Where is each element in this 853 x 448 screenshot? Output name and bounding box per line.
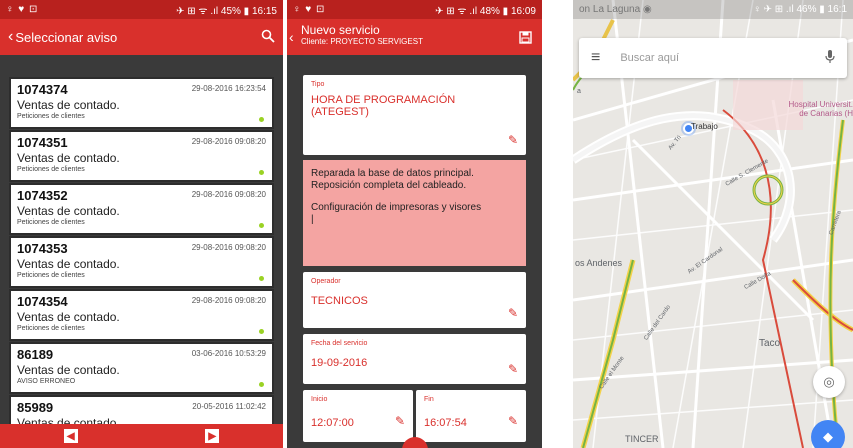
map-label-hospital: Hospital Universit. de Canarias (H: [788, 100, 853, 118]
aviso-date: 20-05-2016 11:02:42: [192, 402, 266, 411]
next-page-button[interactable]: ▶: [205, 429, 220, 443]
edit-icon[interactable]: ✎: [508, 414, 518, 428]
status-dot: [259, 170, 264, 175]
inicio-value: 12:07:00: [311, 417, 354, 429]
map-label-trabajo: Trabajo: [691, 122, 718, 131]
edit-icon[interactable]: ✎: [395, 414, 405, 428]
aviso-description: Ventas de contado.: [17, 204, 120, 218]
list-item[interactable]: 1074353 29-08-2016 09:08:20 Ventas de co…: [9, 236, 274, 288]
aviso-category: AVISO ERRONEO: [17, 378, 76, 385]
page-title: Seleccionar aviso: [15, 29, 118, 45]
map-label-taco: Taco: [759, 338, 781, 349]
aviso-description: Ventas de contado.: [17, 416, 120, 424]
map-label-andenes: os Andenes: [575, 258, 623, 268]
edit-icon[interactable]: ✎: [508, 306, 518, 320]
search-input[interactable]: Buscar aquí: [620, 52, 825, 64]
notes-textarea[interactable]: Reparada la base de datos principal. Rep…: [303, 160, 526, 266]
aviso-description: Ventas de contado.: [17, 363, 120, 377]
aviso-description: Ventas de contado.: [17, 151, 120, 165]
status-icons-right: ♀ ✈ ⊞ .ıl 46% ▮ 16:1: [753, 4, 847, 15]
fecha-field[interactable]: Fecha del servicio 19-09-2016 ✎: [303, 334, 526, 384]
aviso-category: Peticiones de clientes: [17, 325, 85, 332]
list-item[interactable]: 1074354 29-08-2016 09:08:20 Ventas de co…: [9, 289, 274, 341]
status-icons-left: ♀ ♥ ⊡: [6, 4, 39, 15]
directions-button[interactable]: ◆: [811, 420, 845, 448]
list-item[interactable]: 1074374 29-08-2016 16:23:54 Ventas de co…: [9, 77, 274, 129]
tipo-value: HORA DE PROGRAMACIÓN (ATEGEST): [311, 94, 456, 118]
fin-label: Fin: [424, 396, 434, 403]
map-search-bar[interactable]: ≡ Buscar aquí: [579, 38, 847, 78]
inicio-field[interactable]: Inicio 12:07:00 ✎: [303, 390, 413, 442]
back-icon[interactable]: ‹: [289, 29, 294, 45]
aviso-date: 29-08-2016 16:23:54: [191, 84, 266, 93]
status-icons-right: ✈ ⊞ ᯤ .ıl 48% ▮ 16:09: [435, 5, 536, 17]
aviso-date: 29-08-2016 09:08:20: [191, 190, 266, 199]
aviso-list: 1074374 29-08-2016 16:23:54 Ventas de co…: [9, 77, 274, 424]
status-bar: ♀ ♥ ⊡ ✈ ⊞ ᯤ .ıl 48% ▮ 16:09: [287, 0, 542, 19]
aviso-date: 29-08-2016 09:08:20: [191, 296, 266, 305]
aviso-description: Ventas de contado.: [17, 98, 120, 112]
fin-field[interactable]: Fin 16:07:54 ✎: [416, 390, 526, 442]
my-location-button[interactable]: ◎: [813, 366, 845, 398]
client-subtitle: Cliente: PROYECTO SERVIGEST: [301, 37, 423, 46]
menu-icon[interactable]: ≡: [591, 49, 600, 67]
fecha-value: 19-09-2016: [311, 357, 368, 369]
notes-line: Configuración de impresoras y visores: [311, 202, 482, 213]
page-title: Nuevo servicio: [301, 23, 380, 37]
save-icon[interactable]: [519, 31, 532, 47]
pagination-bar: ◀ ▶: [0, 424, 283, 448]
operador-label: Operador: [311, 278, 341, 285]
status-dot: [259, 329, 264, 334]
aviso-category: Peticiones de clientes: [17, 219, 85, 226]
list-item[interactable]: 85989 20-05-2016 11:02:42 Ventas de cont…: [9, 395, 274, 424]
inicio-label: Inicio: [311, 396, 328, 403]
previous-page-button[interactable]: ◀: [63, 429, 78, 443]
operador-value: TECNICOS: [311, 295, 368, 307]
aviso-date: 29-08-2016 09:08:20: [191, 243, 266, 252]
status-bar: ♀ ♥ ⊡ ✈ ⊞ ᯤ .ıl 45% ▮ 16:15: [0, 0, 283, 19]
list-item[interactable]: 1074351 29-08-2016 09:08:20 Ventas de co…: [9, 130, 274, 182]
phone-map: on La Laguna ◉ ♀ ✈ ⊞ .ıl 46% ▮ 16:1 ≡ Bu…: [573, 0, 853, 448]
map-label-tincer: TINCER: [625, 434, 659, 444]
status-icons-left: ♀ ♥ ⊡: [293, 4, 326, 15]
text-cursor: |: [311, 214, 314, 225]
aviso-date: 29-08-2016 09:08:20: [191, 137, 266, 146]
status-dot: [259, 223, 264, 228]
edit-icon[interactable]: ✎: [508, 362, 518, 376]
status-bar: on La Laguna ◉ ♀ ✈ ⊞ .ıl 46% ▮ 16:1: [573, 0, 853, 19]
status-dot: [259, 117, 264, 122]
tipo-field[interactable]: Tipo HORA DE PROGRAMACIÓN (ATEGEST) ✎: [303, 75, 526, 155]
app-bar: ‹ Nuevo servicio Cliente: PROYECTO SERVI…: [287, 19, 542, 55]
aviso-date: 03-06-2016 10:53:29: [191, 349, 266, 358]
aviso-category: Peticiones de clientes: [17, 166, 85, 173]
aviso-description: Ventas de contado.: [17, 310, 120, 324]
microphone-icon[interactable]: [825, 49, 835, 67]
operador-field[interactable]: Operador TECNICOS ✎: [303, 272, 526, 328]
fecha-label: Fecha del servicio: [311, 340, 368, 347]
phone-seleccionar-aviso: ♀ ♥ ⊡ ✈ ⊞ ᯤ .ıl 45% ▮ 16:15 ‹ Selecciona…: [0, 0, 283, 448]
aviso-category: Peticiones de clientes: [17, 113, 85, 120]
app-bar: ‹ Seleccionar aviso: [0, 19, 283, 55]
list-item[interactable]: 1074352 29-08-2016 09:08:20 Ventas de co…: [9, 183, 274, 235]
aviso-description: Ventas de contado.: [17, 257, 120, 271]
map-label-a: a: [577, 88, 581, 95]
aviso-category: Peticiones de clientes: [17, 272, 85, 279]
status-dot: [259, 382, 264, 387]
status-location: on La Laguna ◉: [579, 4, 652, 15]
back-icon[interactable]: ‹: [8, 28, 13, 46]
edit-icon[interactable]: ✎: [508, 133, 518, 147]
tipo-label: Tipo: [311, 81, 325, 88]
list-item[interactable]: 86189 03-06-2016 10:53:29 Ventas de cont…: [9, 342, 274, 394]
fin-value: 16:07:54: [424, 417, 467, 429]
status-icons-right: ✈ ⊞ ᯤ .ıl 45% ▮ 16:15: [176, 5, 277, 17]
status-dot: [259, 276, 264, 281]
search-icon[interactable]: [261, 29, 275, 46]
phone-nuevo-servicio: ♀ ♥ ⊡ ✈ ⊞ ᯤ .ıl 48% ▮ 16:09 ‹ Nuevo serv…: [287, 0, 542, 448]
notes-line: Reparada la base de datos principal. Rep…: [311, 168, 474, 191]
